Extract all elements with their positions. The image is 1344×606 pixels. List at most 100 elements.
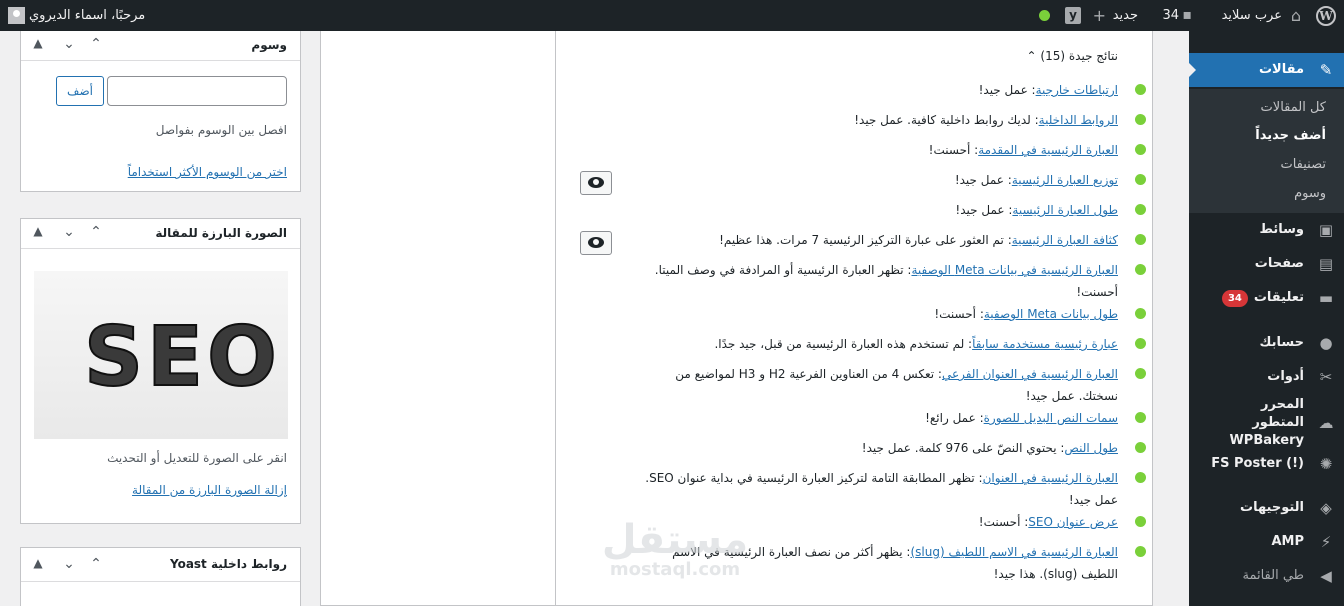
menu-pages[interactable]: صفحات ▤ [1189, 247, 1344, 281]
menu-collapse[interactable]: طي القائمة ◀ [1189, 559, 1344, 593]
yoast-internal-links-box: ▲ ⌄ ⌃ Yoast روابط داخلية [20, 547, 301, 606]
good-status-dot [1135, 546, 1146, 557]
lightbulb-icon: ✺ [1319, 455, 1333, 473]
submenu-all-posts[interactable]: كل المقالات [1261, 100, 1326, 115]
submenu-add-new[interactable]: أضف جديداً [1255, 128, 1326, 143]
seo-result-item: الروابط الداخلية: لديك روابط داخلية كافي… [638, 109, 1146, 131]
seo-result-item: سمات النص البديل للصورة: عمل رائع! [638, 407, 1146, 429]
good-status-dot [1135, 264, 1146, 275]
move-down-icon[interactable]: ▲ [28, 36, 48, 50]
seo-result-link[interactable]: العبارة الرئيسية في المقدمة [978, 143, 1118, 157]
seo-result-text: : عمل جيد! [978, 83, 1036, 97]
menu-profile[interactable]: حسابك ● [1189, 326, 1344, 360]
site-name-link[interactable]: عرب سلايد [1222, 0, 1282, 31]
home-icon: ⌂ [1290, 6, 1302, 25]
featured-box-title: الصورة البارزة للمقالة [155, 226, 287, 240]
seo-result-link[interactable]: طول بيانات Meta الوصفية [984, 307, 1118, 321]
tags-input[interactable] [107, 76, 287, 106]
menu-amp[interactable]: AMP ⚡ [1189, 525, 1344, 559]
submenu-tags[interactable]: وسوم [1294, 186, 1326, 201]
menu-profile-label: حسابك [1259, 335, 1304, 350]
good-status-dot [1135, 442, 1146, 453]
seo-result-item: العبارة الرئيسية في المقدمة: أحسنت! [638, 139, 1146, 161]
directions-icon: ◈ [1320, 499, 1332, 517]
good-status-dot [1135, 204, 1146, 215]
featured-image[interactable]: SEO [34, 271, 288, 439]
plus-icon: + [1092, 6, 1106, 25]
highlight-eye-icon[interactable] [580, 171, 612, 195]
menu-fs-poster[interactable]: FS Poster (!) ✺ [1189, 447, 1344, 481]
avatar[interactable] [8, 7, 25, 24]
good-results-header[interactable]: ⌃ نتائج جيدة (15) [1027, 49, 1119, 63]
seo-result-text: : أحسنت! [928, 143, 979, 157]
new-content-link[interactable]: جديد [1113, 0, 1138, 31]
good-status-dot [1135, 174, 1146, 185]
seo-result-item: العبارة الرئيسية في العنوان: تظهر المطاب… [638, 467, 1146, 511]
good-results-label: نتائج جيدة (15) [1040, 49, 1118, 63]
tags-box-title: وسوم [251, 38, 287, 52]
seo-result-link[interactable]: الروابط الداخلية [1039, 113, 1118, 127]
menu-media[interactable]: وسائط ▣ [1189, 213, 1344, 247]
greeting-link[interactable]: مرحبًا، اسماء الديروي [29, 0, 145, 31]
menu-comments-label: 34 تعليقات [1221, 289, 1316, 307]
yoast-links-title: Yoast روابط داخلية [169, 557, 287, 571]
good-status-dot [1135, 368, 1146, 379]
watermark-arabic: مستقل [601, 517, 749, 563]
tags-box-header: ▲ ⌄ ⌃ وسوم [21, 31, 300, 61]
add-tag-button[interactable]: أضف [56, 76, 104, 106]
seo-result-link[interactable]: كثافة العبارة الرئيسية [1012, 233, 1118, 247]
seo-result-link[interactable]: سمات النص البديل للصورة [984, 411, 1118, 425]
media-icon: ▣ [1318, 221, 1334, 239]
menu-wpbakery-label: المحرر المتطور WPBakery [1229, 397, 1304, 448]
menu-media-label: وسائط [1259, 222, 1304, 237]
move-down-icon[interactable]: ▲ [28, 224, 48, 238]
seo-result-link[interactable]: العبارة الرئيسية في بيانات Meta الوصفية [911, 263, 1118, 277]
good-status-dot [1135, 516, 1146, 527]
user-icon: ● [1319, 334, 1333, 352]
menu-tools[interactable]: أدوات ✂ [1189, 360, 1344, 394]
seo-result-text: : عمل جيد! [954, 173, 1012, 187]
seo-result-item: طول بيانات Meta الوصفية: أحسنت! [638, 303, 1146, 325]
seo-result-text: : لديك روابط داخلية كافية. عمل جيد! [854, 113, 1039, 127]
choose-most-used-tags-link[interactable]: اختر من الوسوم الأكثر استخداماً [128, 165, 287, 179]
submenu-categories[interactable]: تصنيفات [1280, 157, 1326, 172]
yoast-icon[interactable]: y [1065, 7, 1081, 24]
chevron-down-icon[interactable]: ⌄ [59, 224, 79, 240]
seo-result-link[interactable]: العبارة الرئيسية في الاسم اللطيف (slug) [910, 545, 1118, 559]
seo-result-link[interactable]: عرض عنوان SEO [1028, 515, 1118, 529]
menu-comments[interactable]: 34 تعليقات ▬ [1189, 281, 1344, 315]
featured-image-text: SEO [83, 310, 281, 405]
menu-fs-poster-label: FS Poster (!) [1211, 456, 1304, 471]
posts-submenu: كل المقالات أضف جديداً تصنيفات وسوم [1189, 89, 1344, 213]
menu-directions[interactable]: التوجيهات ◈ [1189, 491, 1344, 525]
remove-featured-image-link[interactable]: إزالة الصورة البارزة من المقالة [132, 483, 287, 497]
good-status-dot [1135, 114, 1146, 125]
seo-result-text: : أحسنت! [934, 307, 984, 321]
wrench-icon: ✂ [1319, 368, 1333, 386]
highlight-eye-icon[interactable] [580, 231, 612, 255]
chevron-down-icon[interactable]: ⌄ [59, 556, 79, 572]
chevron-up-icon[interactable]: ⌃ [86, 36, 106, 52]
seo-result-item: عبارة رئيسية مستخدمة سابقاً: لم تستخدم ه… [638, 333, 1146, 355]
good-status-dot [1135, 234, 1146, 245]
wordpress-logo-icon[interactable]: W [1316, 6, 1336, 26]
watermark: مستقل mostaql.com [590, 520, 760, 580]
move-down-icon[interactable]: ▲ [28, 556, 48, 570]
comments-count-link[interactable]: 34 [1162, 0, 1179, 31]
good-status-dot [1135, 412, 1146, 423]
menu-wpbakery[interactable]: المحرر المتطور WPBakery ☁ [1189, 397, 1344, 448]
menu-amp-label: AMP [1271, 534, 1304, 549]
seo-result-link[interactable]: توزيع العبارة الرئيسية [1012, 173, 1118, 187]
seo-result-link[interactable]: عبارة رئيسية مستخدمة سابقاً [972, 337, 1118, 351]
chevron-up-icon[interactable]: ⌃ [86, 556, 106, 572]
chevron-down-icon[interactable]: ⌄ [59, 36, 79, 52]
seo-result-link[interactable]: طول النص [1064, 441, 1118, 455]
seo-result-item: توزيع العبارة الرئيسية: عمل جيد! [638, 169, 1146, 191]
chevron-up-icon[interactable]: ⌃ [86, 224, 106, 240]
seo-result-link[interactable]: العبارة الرئيسية في العنوان [983, 471, 1118, 485]
seo-result-link[interactable]: ارتباطات خارجية [1036, 83, 1118, 97]
seo-result-link[interactable]: العبارة الرئيسية في العنوان الفرعي [942, 367, 1118, 381]
seo-result-link[interactable]: طول العبارة الرئيسية [1012, 203, 1118, 217]
seo-result-item: ارتباطات خارجية: عمل جيد! [638, 79, 1146, 101]
menu-posts[interactable]: مقالات ✎ [1188, 53, 1344, 87]
